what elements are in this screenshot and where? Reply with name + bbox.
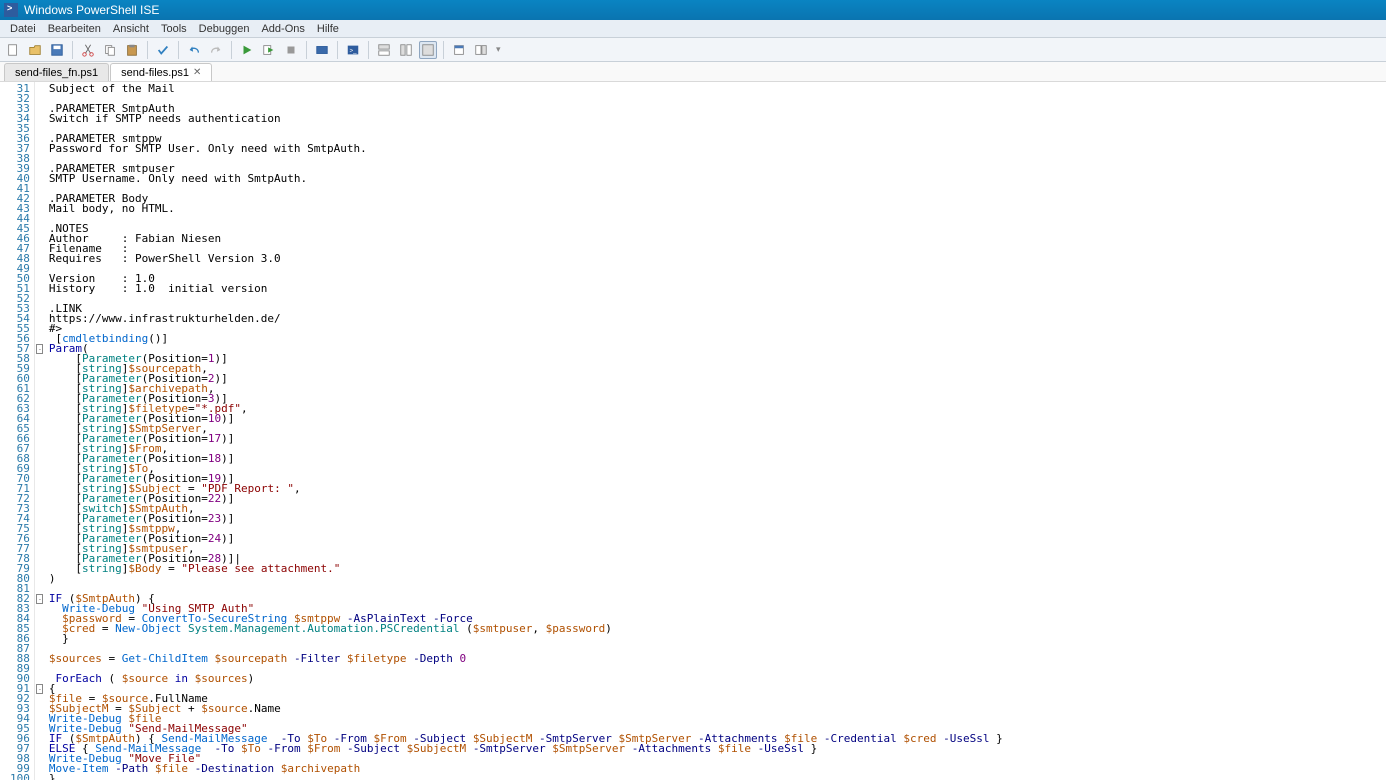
remote-button[interactable] xyxy=(313,41,331,59)
run-selection-button[interactable] xyxy=(260,41,278,59)
menu-edit[interactable]: Bearbeiten xyxy=(42,21,107,37)
menu-addons[interactable]: Add-Ons xyxy=(255,21,310,37)
menu-file[interactable]: Datei xyxy=(4,21,42,37)
app-icon xyxy=(4,3,18,17)
save-button[interactable] xyxy=(48,41,66,59)
tab-send-files-fn[interactable]: send-files_fn.ps1 xyxy=(4,63,109,81)
tab-label: send-files_fn.ps1 xyxy=(15,67,98,79)
menu-debug[interactable]: Debuggen xyxy=(193,21,256,37)
clear-button[interactable] xyxy=(154,41,172,59)
code-area[interactable]: Subject of the Mail .PARAMETER SmtpAuthS… xyxy=(45,82,1007,780)
code-editor[interactable]: 3132333435363738394041424344454647484950… xyxy=(0,82,1386,780)
menu-bar: Datei Bearbeiten Ansicht Tools Debuggen … xyxy=(0,20,1386,38)
close-icon[interactable]: ✕ xyxy=(193,67,201,78)
open-file-button[interactable] xyxy=(26,41,44,59)
show-command-addon-button[interactable] xyxy=(472,41,490,59)
copy-button[interactable] xyxy=(101,41,119,59)
svg-text:>_: >_ xyxy=(350,47,358,54)
layout-script-right-button[interactable] xyxy=(397,41,415,59)
menu-view[interactable]: Ansicht xyxy=(107,21,155,37)
show-command-button[interactable] xyxy=(450,41,468,59)
toolbar: >_ ▾ xyxy=(0,38,1386,62)
new-file-button[interactable] xyxy=(4,41,22,59)
paste-button[interactable] xyxy=(123,41,141,59)
powershell-tab-button[interactable]: >_ xyxy=(344,41,362,59)
layout-script-max-button[interactable] xyxy=(419,41,437,59)
cut-button[interactable] xyxy=(79,41,97,59)
run-button[interactable] xyxy=(238,41,256,59)
undo-button[interactable] xyxy=(185,41,203,59)
window-title: Windows PowerShell ISE xyxy=(24,3,159,17)
file-tabs: send-files_fn.ps1 send-files.ps1 ✕ xyxy=(0,62,1386,82)
redo-button[interactable] xyxy=(207,41,225,59)
tab-send-files[interactable]: send-files.ps1 ✕ xyxy=(110,63,212,81)
fold-column: --- xyxy=(35,82,45,780)
stop-button[interactable] xyxy=(282,41,300,59)
menu-tools[interactable]: Tools xyxy=(155,21,193,37)
menu-help[interactable]: Hilfe xyxy=(311,21,345,37)
layout-script-top-button[interactable] xyxy=(375,41,393,59)
toolbar-overflow[interactable]: ▾ xyxy=(496,44,501,55)
line-number-gutter: 3132333435363738394041424344454647484950… xyxy=(0,82,35,780)
tab-label: send-files.ps1 xyxy=(121,67,189,79)
title-bar: Windows PowerShell ISE xyxy=(0,0,1386,20)
